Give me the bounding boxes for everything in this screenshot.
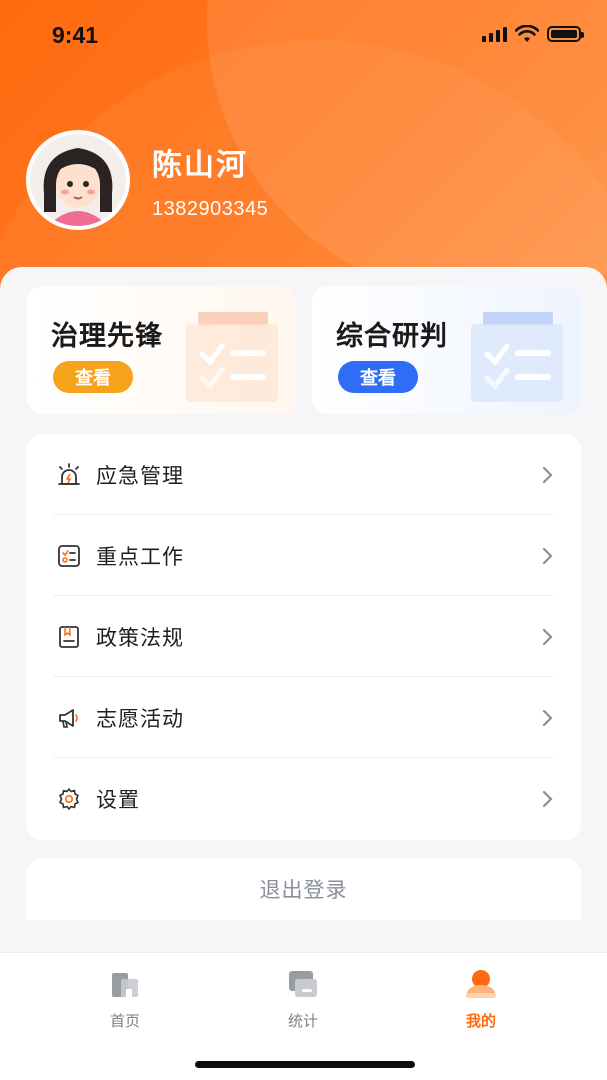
alarm-light-icon	[58, 462, 80, 485]
gear-icon	[59, 787, 79, 810]
user-phone: 1382903345	[152, 197, 269, 220]
view-button[interactable]: 查看	[338, 361, 418, 393]
tab-stats[interactable]: 统计	[243, 967, 363, 1031]
clipboard-illustration-icon	[471, 312, 563, 402]
status-bar: 9:41	[0, 0, 607, 74]
menu-list: 应急管理 重点工作 政策法规 志愿活动 设置	[26, 434, 581, 840]
logout-label: 退出登录	[259, 878, 348, 902]
tab-label: 我的	[465, 1012, 496, 1030]
home-indicator[interactable]	[195, 1061, 415, 1068]
menu-item-label: 应急管理	[96, 463, 184, 488]
menu-item-key-work[interactable]: 重点工作	[26, 515, 581, 596]
menu-item-settings[interactable]: 设置	[26, 758, 581, 839]
chevron-right-icon	[542, 790, 553, 807]
girl-avatar-icon	[30, 134, 126, 226]
avatar[interactable]	[26, 130, 130, 230]
menu-item-policies-regulations[interactable]: 政策法规	[26, 596, 581, 677]
status-icons	[482, 25, 584, 43]
profile-section[interactable]: 陈山河 1382903345	[26, 130, 268, 230]
document-book-icon	[59, 625, 79, 648]
user-name: 陈山河	[152, 147, 248, 183]
megaphone-icon	[59, 708, 78, 728]
status-time: 9:41	[52, 22, 99, 48]
view-button[interactable]: 查看	[53, 361, 133, 393]
menu-item-label: 志愿活动	[96, 706, 184, 731]
clipboard-illustration-icon	[186, 312, 278, 402]
cellular-signal-icon	[482, 26, 507, 42]
feature-card-title: 综合研判	[336, 321, 448, 352]
logout-button[interactable]: 退出登录	[26, 858, 581, 920]
tab-mine[interactable]: 我的	[421, 967, 541, 1031]
battery-icon	[547, 26, 584, 42]
tab-home[interactable]: 首页	[65, 967, 185, 1031]
home-icon	[112, 973, 138, 997]
feature-card-title: 治理先锋	[51, 321, 163, 352]
menu-item-volunteer-activities[interactable]: 志愿活动	[26, 677, 581, 758]
checklist-icon	[58, 544, 80, 567]
chevron-right-icon	[542, 709, 553, 726]
menu-item-emergency-management[interactable]: 应急管理	[26, 434, 581, 515]
profile-icon	[466, 970, 496, 998]
chevron-right-icon	[542, 547, 553, 564]
chevron-right-icon	[542, 628, 553, 645]
chevron-right-icon	[542, 466, 553, 483]
feature-card-governance-pioneer[interactable]: 治理先锋 查看	[27, 286, 296, 414]
menu-item-label: 重点工作	[96, 544, 184, 569]
wifi-icon	[515, 25, 539, 42]
feature-card-comprehensive-analysis[interactable]: 综合研判 查看	[312, 286, 581, 414]
menu-item-label: 设置	[96, 787, 140, 812]
stats-icon	[289, 971, 317, 997]
tab-label: 首页	[109, 1012, 140, 1030]
menu-item-label: 政策法规	[96, 625, 184, 650]
tab-label: 统计	[287, 1012, 318, 1030]
